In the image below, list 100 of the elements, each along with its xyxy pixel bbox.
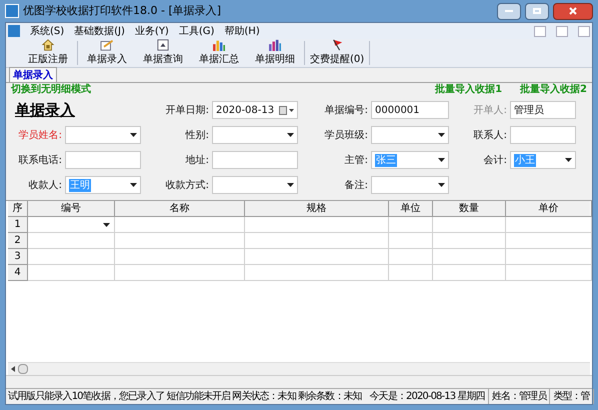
column-header[interactable]: 单位 bbox=[389, 201, 433, 217]
input-field[interactable]: 0000001 bbox=[371, 101, 449, 119]
table-cell[interactable] bbox=[115, 265, 245, 281]
horizontal-scrollbar[interactable] bbox=[8, 362, 590, 375]
house-lock-icon bbox=[41, 39, 55, 51]
date-field[interactable]: 2020-08-13 bbox=[212, 101, 298, 119]
column-header[interactable]: 规格 bbox=[245, 201, 389, 217]
table-cell[interactable] bbox=[506, 249, 592, 265]
mdi-minimize-button[interactable] bbox=[534, 26, 546, 36]
import-link[interactable]: 批量导入收据1 bbox=[435, 82, 502, 97]
dropdown-arrow-icon[interactable] bbox=[438, 133, 445, 137]
import-link[interactable]: 批量导入收据2 bbox=[520, 82, 587, 97]
dropdown-arrow-icon[interactable] bbox=[287, 133, 294, 137]
maximize-button[interactable] bbox=[525, 2, 549, 20]
dropdown-arrow-icon[interactable] bbox=[565, 158, 572, 162]
toolbar-button[interactable]: 单据汇总 bbox=[191, 39, 247, 67]
table-cell[interactable] bbox=[433, 217, 506, 233]
status-text: 姓名：管理员 bbox=[488, 389, 550, 404]
table-cell[interactable] bbox=[28, 233, 115, 249]
status-text: 剩余条数：未知 bbox=[298, 390, 363, 404]
table-cell[interactable] bbox=[28, 249, 115, 265]
table-cell[interactable] bbox=[245, 233, 389, 249]
minimize-button[interactable] bbox=[497, 2, 521, 20]
input-field[interactable] bbox=[510, 126, 576, 144]
scroll-thumb[interactable] bbox=[18, 364, 28, 374]
toolbar-button[interactable]: 单据录入 bbox=[79, 39, 135, 67]
table-cell[interactable] bbox=[115, 233, 245, 249]
table-cell[interactable] bbox=[433, 249, 506, 265]
menu-item[interactable]: 工具(G) bbox=[178, 24, 214, 38]
column-header[interactable]: 数量 bbox=[433, 201, 506, 217]
table-cell[interactable] bbox=[433, 265, 506, 281]
field-value: 0000001 bbox=[375, 104, 420, 118]
dropdown-field[interactable] bbox=[65, 126, 141, 144]
table-cell[interactable] bbox=[245, 249, 389, 265]
table-cell[interactable] bbox=[389, 249, 433, 265]
close-button[interactable] bbox=[553, 2, 593, 20]
scroll-left-icon[interactable] bbox=[11, 366, 15, 372]
dropdown-arrow-icon[interactable] bbox=[130, 133, 137, 137]
table-cell[interactable] bbox=[506, 233, 592, 249]
field-value: 小王 bbox=[514, 154, 536, 166]
mode-link[interactable]: 切换到无明细模式 bbox=[11, 82, 91, 97]
app-logo-icon bbox=[5, 4, 19, 18]
app-logo-icon bbox=[8, 25, 20, 37]
table-cell[interactable] bbox=[506, 217, 592, 233]
field-label: 收款方式: bbox=[164, 178, 209, 192]
mdi-close-button[interactable] bbox=[578, 26, 590, 36]
bar-chart-icon bbox=[267, 39, 283, 51]
field-value: 管理员 bbox=[514, 104, 544, 118]
field-label: 性别: bbox=[184, 128, 209, 142]
table-cell[interactable] bbox=[28, 265, 115, 281]
dropdown-arrow-icon[interactable] bbox=[130, 183, 137, 187]
field-label: 单据编号: bbox=[324, 104, 368, 118]
table-cell[interactable] bbox=[433, 233, 506, 249]
status-text: 试用版只能录入10笔收据，您已录入了 bbox=[8, 390, 166, 404]
dropdown-field[interactable] bbox=[371, 126, 449, 144]
tab[interactable]: 单据录入 bbox=[9, 67, 57, 82]
menu-item[interactable]: 基础数据(J) bbox=[74, 24, 125, 38]
close-icon bbox=[569, 7, 577, 15]
table-cell[interactable] bbox=[245, 217, 389, 233]
table-cell[interactable] bbox=[115, 217, 245, 233]
status-text: 网关状态：未知 bbox=[232, 390, 297, 404]
dropdown-arrow-icon[interactable] bbox=[103, 222, 110, 226]
bar-chart-icon bbox=[211, 39, 227, 51]
toolbar-button[interactable]: 交费提醒(0) bbox=[306, 39, 368, 67]
input-field[interactable] bbox=[65, 151, 141, 169]
dropdown-arrow-icon[interactable] bbox=[438, 158, 445, 162]
table-cell[interactable] bbox=[28, 217, 115, 233]
dropdown-field[interactable] bbox=[371, 176, 449, 194]
calendar-icon[interactable] bbox=[279, 106, 294, 114]
flag-icon bbox=[330, 39, 344, 51]
input-field[interactable] bbox=[212, 151, 298, 169]
menu-item[interactable]: 系统(S) bbox=[30, 24, 64, 38]
toolbar-button[interactable]: 正版注册 bbox=[20, 39, 76, 67]
toolbar-button[interactable]: 单据明细 bbox=[247, 39, 303, 67]
column-header[interactable]: 单价 bbox=[506, 201, 592, 217]
row-number: 1 bbox=[8, 217, 28, 233]
field-value: 张三 bbox=[375, 154, 397, 166]
column-header[interactable]: 名称 bbox=[115, 201, 245, 217]
table-cell[interactable] bbox=[115, 249, 245, 265]
dropdown-field[interactable] bbox=[212, 176, 298, 194]
table-cell[interactable] bbox=[506, 265, 592, 281]
status-text: 短信功能未开启 bbox=[166, 390, 232, 404]
mdi-restore-button[interactable] bbox=[556, 26, 568, 36]
toolbar-button[interactable]: 单据查询 bbox=[135, 39, 191, 67]
dropdown-arrow-icon[interactable] bbox=[438, 183, 445, 187]
row-number: 4 bbox=[8, 265, 28, 281]
menu-item[interactable]: 业务(Y) bbox=[134, 24, 169, 38]
field-label: 主管: bbox=[344, 154, 368, 168]
menu-item[interactable]: 帮助(H) bbox=[224, 24, 260, 38]
table-cell[interactable] bbox=[389, 233, 433, 249]
dropdown-arrow-icon[interactable] bbox=[287, 183, 294, 187]
window-icon bbox=[156, 39, 170, 51]
table-cell[interactable] bbox=[389, 217, 433, 233]
dropdown-field[interactable] bbox=[212, 126, 298, 144]
table-cell[interactable] bbox=[389, 265, 433, 281]
field-label: 会计: bbox=[482, 154, 507, 168]
field-label: 学员姓名: bbox=[18, 128, 62, 142]
form-title: 单据录入 bbox=[15, 100, 75, 119]
column-header[interactable]: 编号 bbox=[28, 201, 115, 217]
table-cell[interactable] bbox=[245, 265, 389, 281]
